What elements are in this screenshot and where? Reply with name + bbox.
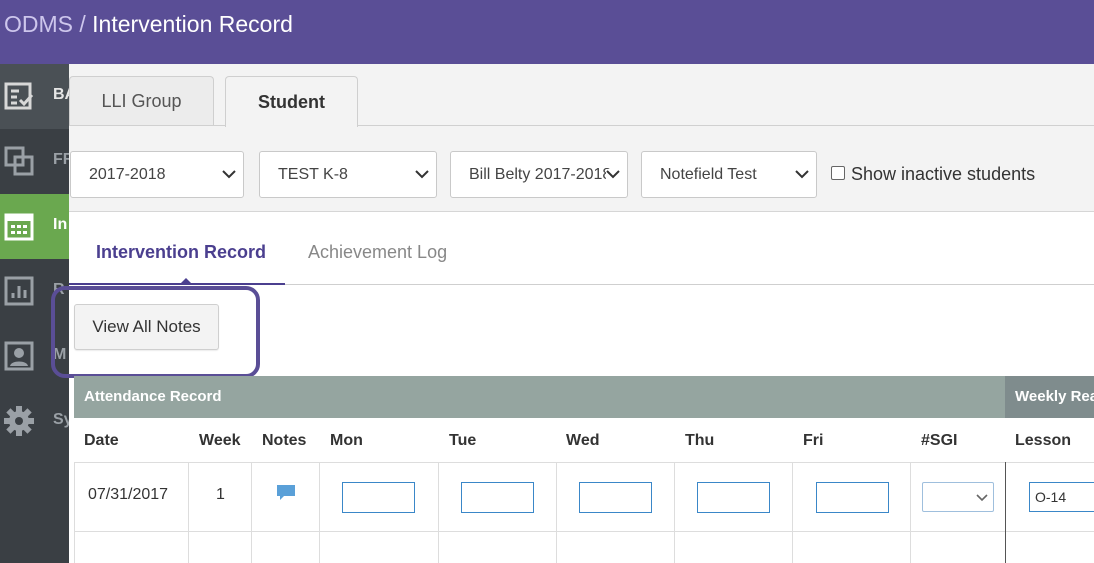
record-panel: Intervention Record Achievement Log View… <box>51 212 1094 563</box>
subtab-notch <box>180 278 192 284</box>
show-inactive-checkbox[interactable] <box>831 166 845 180</box>
tab-lli-group[interactable]: LLI Group <box>69 76 214 126</box>
sidebar-item-label: In <box>53 216 68 233</box>
weekly-section-header: Weekly Reading <box>1005 376 1094 418</box>
year-select[interactable]: 2017-2018 <box>70 151 244 198</box>
sidebar-item-sy[interactable]: Sy <box>0 389 69 454</box>
page-title: Intervention Record <box>92 11 293 37</box>
col-week: Week <box>199 432 241 449</box>
col-lesson: Lesson <box>1015 432 1072 449</box>
checklist-icon <box>4 82 34 110</box>
highlight-outline <box>51 286 260 378</box>
show-inactive-label[interactable]: Show inactive students <box>851 164 1035 185</box>
fri-input[interactable] <box>816 482 889 513</box>
col-sgi: #SGI <box>921 432 958 449</box>
chevron-down-icon <box>606 169 620 179</box>
subtab-achievement-log[interactable]: Achievement Log <box>308 242 447 263</box>
col-mon: Mon <box>330 432 363 449</box>
school-select[interactable]: TEST K-8 <box>259 151 437 198</box>
sidebar-item-label: Sy <box>53 411 69 428</box>
wed-input[interactable] <box>579 482 652 513</box>
sidebar-item-label: BA <box>53 86 69 103</box>
group-select[interactable]: Bill Belty 2017-2018 <box>450 151 628 198</box>
group-select-value: Bill Belty 2017-2018 <box>469 166 612 183</box>
sidebar-item-in[interactable]: In <box>0 194 69 259</box>
thu-input[interactable] <box>697 482 770 513</box>
row-week: 1 <box>216 486 225 503</box>
student-select-value: Notefield Test <box>660 166 757 183</box>
school-select-value: TEST K-8 <box>278 166 348 183</box>
chevron-down-icon <box>222 170 236 179</box>
col-date: Date <box>84 432 119 449</box>
calendar-icon <box>4 213 34 241</box>
row-date: 07/31/2017 <box>88 486 169 503</box>
tab-student[interactable]: Student <box>225 76 358 127</box>
bar-chart-icon <box>4 276 34 306</box>
chevron-down-icon <box>795 170 809 179</box>
year-select-value: 2017-2018 <box>89 166 166 183</box>
attendance-section-header: Attendance Record <box>74 376 1005 418</box>
sidebar-item-ba[interactable]: BA <box>0 64 69 129</box>
main-content: LLI Group Student 2017-2018 TEST K-8 Bil… <box>51 64 1094 563</box>
sidebar-item-fr[interactable]: FR <box>0 129 69 194</box>
subtab-active-indicator <box>69 283 285 285</box>
top-bar: ODMS / Intervention Record <box>0 0 1094 64</box>
col-notes: Notes <box>262 432 307 449</box>
col-wed: Wed <box>566 432 600 449</box>
mon-input[interactable] <box>342 482 415 513</box>
tab-divider <box>69 125 1094 126</box>
comment-icon[interactable] <box>276 484 296 502</box>
student-select[interactable]: Notefield Test <box>641 151 817 198</box>
chevron-down-icon <box>415 170 429 179</box>
col-tue: Tue <box>449 432 477 449</box>
chevron-down-icon <box>976 494 988 502</box>
breadcrumb-separator: / <box>79 11 86 37</box>
tue-input[interactable] <box>461 482 534 513</box>
contact-card-icon <box>4 341 34 371</box>
col-thu: Thu <box>685 432 715 449</box>
breadcrumb-app[interactable]: ODMS <box>4 11 73 37</box>
copy-icon <box>4 146 34 176</box>
sidebar-item-label: FR <box>53 151 69 168</box>
sgi-select[interactable] <box>922 482 994 512</box>
subtab-intervention-record[interactable]: Intervention Record <box>96 242 266 263</box>
attendance-table: Attendance Record Weekly Reading Date We… <box>74 376 1094 563</box>
breadcrumb: ODMS / Intervention Record <box>4 11 293 38</box>
lesson-input[interactable]: O-14 <box>1029 482 1094 512</box>
col-fri: Fri <box>803 432 824 449</box>
gear-icon <box>4 406 34 436</box>
